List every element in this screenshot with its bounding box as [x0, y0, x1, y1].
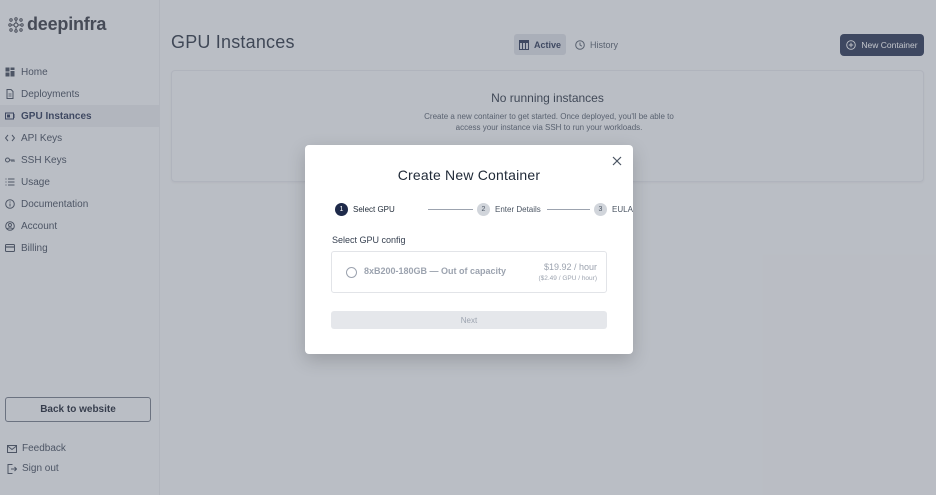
step-eula: 3 EULA: [594, 203, 633, 216]
modal-title: Create New Container: [397, 167, 541, 183]
next-button[interactable]: Next: [331, 311, 607, 329]
gpu-option-price: $19.92 / hour: [543, 262, 597, 272]
close-icon[interactable]: [611, 154, 623, 166]
step-label: Enter Details: [495, 205, 541, 214]
step-connector: [547, 209, 590, 210]
gpu-config-label: Select GPU config: [332, 235, 406, 245]
gpu-option-price-detail: ($2.49 / GPU / hour): [538, 275, 597, 282]
step-label: EULA: [612, 205, 633, 214]
step-number: 2: [477, 203, 490, 216]
gpu-option-name: 8xB200-180GB — Out of capacity: [364, 266, 507, 276]
gpu-option-card[interactable]: 8xB200-180GB — Out of capacity $19.92 / …: [331, 251, 607, 293]
step-select-gpu: 1 Select GPU: [335, 203, 395, 216]
gpu-option-radio[interactable]: [346, 267, 357, 278]
step-enter-details: 2 Enter Details: [477, 203, 541, 216]
step-number: 3: [594, 203, 607, 216]
step-label: Select GPU: [353, 205, 395, 214]
stepper: 1 Select GPU 2 Enter Details 3 EULA: [335, 203, 633, 217]
create-container-modal: Create New Container 1 Select GPU 2 Ente…: [305, 145, 633, 354]
step-connector: [428, 209, 473, 210]
step-number: 1: [335, 203, 348, 216]
